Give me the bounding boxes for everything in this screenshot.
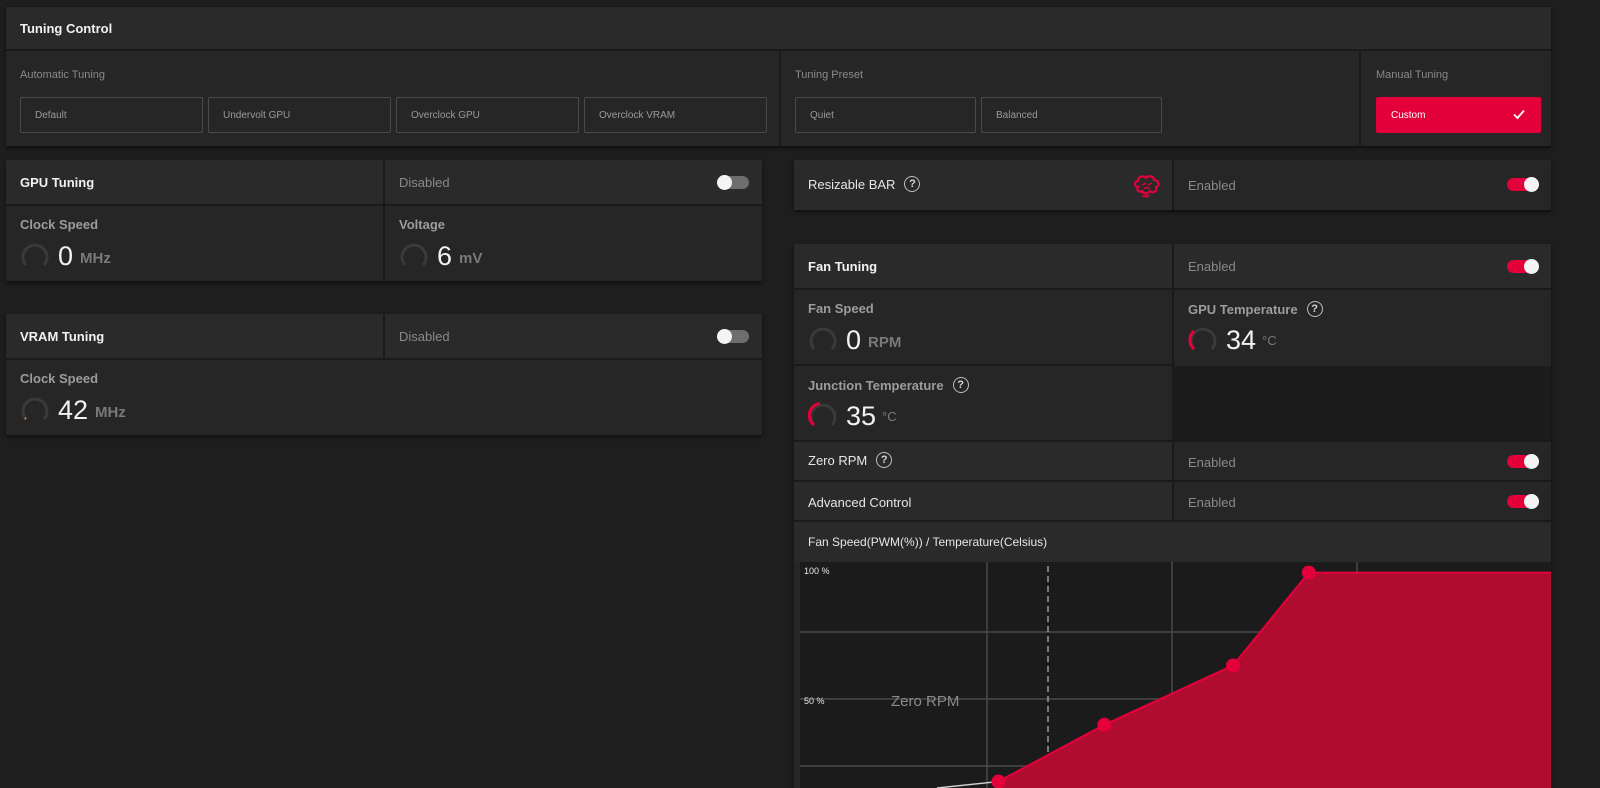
gpu-tuning-title: GPU Tuning — [20, 174, 95, 190]
quiet-button[interactable]: Quiet — [795, 97, 976, 133]
gauge-icon — [1188, 327, 1217, 351]
advanced-control-label: Advanced Control — [808, 495, 912, 510]
gpu-temperature-unit: °C — [1262, 333, 1277, 348]
fan-curve-title: Fan Speed(PWM(%)) / Temperature(Celsius) — [808, 535, 1048, 549]
checkmark-icon — [1513, 109, 1525, 120]
fan-tuning-panel: Fan Tuning Enabled Fan Speed 0 RPM GPU T… — [794, 244, 1551, 788]
vram-clock-speed-metric: 42 MHz — [20, 394, 126, 424]
default-button[interactable]: Default — [20, 97, 203, 133]
vram-tuning-title: VRAM Tuning — [20, 328, 105, 344]
fan-tuning-title: Fan Tuning — [808, 258, 878, 274]
gpu-temperature-metric: 34 °C — [1188, 324, 1277, 354]
junction-temperature-value: 35 — [846, 401, 877, 431]
vram-tuning-panel: VRAM Tuning Disabled Clock Speed 42 MHz — [6, 314, 762, 435]
zero-rpm-label-row: Zero RPM ? — [808, 452, 893, 468]
automatic-tuning-label: Automatic Tuning — [20, 69, 105, 81]
voltage-label: Voltage — [399, 217, 445, 232]
y-tick-50: 50 % — [804, 696, 825, 706]
fan-curve-point-3[interactable] — [1226, 658, 1241, 673]
manual-tuning-label: Manual Tuning — [1376, 69, 1449, 81]
voltage-value: 6 — [437, 241, 453, 271]
gpu-temperature-label-row: GPU Temperature ? — [1188, 301, 1323, 317]
overclock-vram-button[interactable]: Overclock VRAM — [584, 97, 767, 133]
resizable-bar-panel: Resizable BAR ? Enabled — [794, 160, 1551, 210]
junction-temperature-unit: °C — [882, 409, 897, 424]
gauge-icon — [21, 243, 49, 266]
gpu-clock-speed-metric: 0 MHz — [20, 240, 111, 270]
fan-speed-label: Fan Speed — [808, 301, 874, 316]
resizable-bar-toggle[interactable] — [1507, 177, 1539, 192]
gauge-icon — [400, 243, 428, 266]
fan-speed-value: 0 — [846, 325, 862, 355]
custom-button[interactable]: Custom — [1376, 97, 1541, 133]
fan-curve-chart[interactable]: 100 % 50 % Zero RPM — [794, 562, 1551, 788]
advanced-control-state: Enabled — [1188, 495, 1236, 510]
tuning-control-title: Tuning Control — [20, 20, 113, 36]
gpu-temperature-value: 34 — [1226, 325, 1257, 355]
junction-temperature-label-row: Junction Temperature ? — [808, 377, 969, 393]
gauge-icon — [809, 327, 837, 350]
zero-rpm-label: Zero RPM — [808, 452, 868, 468]
fan-tuning-state: Enabled — [1188, 259, 1236, 274]
custom-button-label: Custom — [1391, 109, 1426, 121]
fan-speed-unit: RPM — [868, 334, 902, 351]
voltage-unit: mV — [459, 250, 483, 267]
overclock-gpu-button[interactable]: Overclock GPU — [396, 97, 579, 133]
fan-speed-metric: 0 RPM — [808, 324, 901, 354]
help-icon[interactable]: ? — [952, 377, 969, 393]
resizable-bar-label-row: Resizable BAR ? — [808, 176, 921, 192]
vram-tuning-state: Disabled — [399, 329, 450, 344]
vram-clock-speed-value: 42 — [58, 395, 89, 425]
resizable-bar-label: Resizable BAR — [808, 176, 896, 192]
gpu-clock-speed-label: Clock Speed — [20, 217, 99, 232]
tuning-control-header: Tuning Control — [6, 7, 1551, 51]
fan-tuning-toggle[interactable] — [1507, 259, 1539, 274]
undervolt-gpu-button[interactable]: Undervolt GPU — [208, 97, 391, 133]
zero-rpm-toggle[interactable] — [1507, 454, 1539, 469]
advanced-control-toggle[interactable] — [1507, 494, 1539, 509]
help-icon[interactable]: ? — [1306, 301, 1323, 317]
resizable-bar-state: Enabled — [1188, 178, 1236, 193]
y-tick-100: 100 % — [804, 566, 830, 576]
gpu-tuning-panel: GPU Tuning Disabled Clock Speed 0 MHz Vo… — [6, 160, 762, 281]
vram-tuning-toggle[interactable] — [717, 329, 749, 344]
voltage-metric: 6 mV — [399, 240, 482, 270]
gauge-icon — [808, 402, 837, 427]
gpu-temperature-label: GPU Temperature — [1188, 301, 1298, 317]
vram-clock-speed-label: Clock Speed — [20, 371, 99, 386]
fan-curve-header: Fan Speed(PWM(%)) / Temperature(Celsius) — [794, 522, 1551, 562]
gpu-tuning-state: Disabled — [399, 175, 450, 190]
tuning-preset-label: Tuning Preset — [795, 69, 864, 81]
zero-rpm-region-label: Zero RPM — [891, 693, 959, 710]
gauge-icon — [21, 397, 49, 420]
brain-icon — [1133, 175, 1160, 198]
zero-rpm-state: Enabled — [1188, 455, 1236, 470]
junction-temperature-label: Junction Temperature — [808, 377, 944, 393]
gpu-clock-speed-value: 0 — [58, 241, 74, 271]
fan-curve-point-1[interactable] — [991, 774, 1006, 788]
fan-curve-point-2[interactable] — [1097, 717, 1112, 732]
tuning-control-panel: Tuning Control Automatic Tuning Default … — [6, 7, 1551, 146]
help-icon[interactable]: ? — [876, 452, 893, 468]
balanced-button[interactable]: Balanced — [981, 97, 1162, 133]
junction-temperature-metric: 35 °C — [808, 400, 897, 430]
gpu-tuning-toggle[interactable] — [717, 175, 749, 190]
fan-curve-point-4[interactable] — [1301, 565, 1316, 580]
gpu-clock-speed-unit: MHz — [80, 250, 111, 267]
help-icon[interactable]: ? — [904, 176, 921, 192]
vram-clock-speed-unit: MHz — [95, 404, 126, 421]
